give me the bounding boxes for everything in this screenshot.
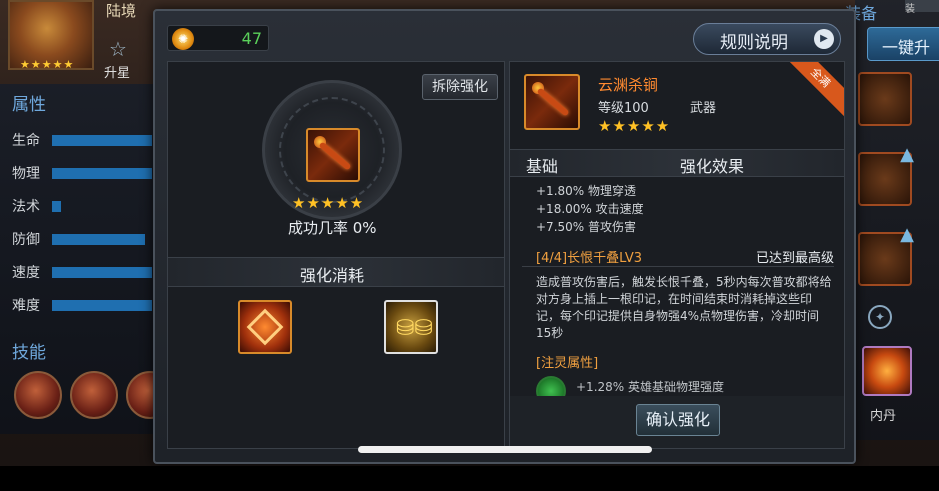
- attr-row: 生命: [12, 130, 152, 150]
- attr-row: 物理: [12, 163, 152, 183]
- rules-label: 规则说明: [720, 33, 788, 53]
- star-icon: ★★★★★: [598, 117, 671, 135]
- col-base: 基础: [526, 157, 559, 176]
- item-info-panel: 云渊杀锏 等级100 武器 ★★★★★ 全满 基础 强化效果 +1.80% 物理…: [509, 61, 845, 449]
- item-level: 等级100: [598, 101, 649, 116]
- item-type: 武器: [690, 101, 717, 116]
- upstar-label: 升星: [104, 66, 131, 81]
- gold-counter: ✺ 47: [167, 25, 269, 51]
- attr-bar: [52, 168, 152, 179]
- success-rate: 成功几率 0%: [288, 219, 377, 237]
- equipment-slot[interactable]: [858, 72, 912, 126]
- top-right-tab[interactable]: 装: [905, 0, 939, 15]
- attr-bar: [52, 135, 152, 146]
- neidan-label: 内丹: [870, 409, 897, 424]
- skill-description: 造成普攻伤害后，触发长恨千叠，5秒内每次普攻都将给对方身上插上一根印记，在时间结…: [536, 275, 832, 340]
- skill-icon[interactable]: [70, 371, 118, 419]
- rules-button[interactable]: 规则说明 ▶: [693, 23, 841, 55]
- attributes-title: 属性: [12, 95, 46, 115]
- skill-name: [4/4]长恨千叠LV3: [536, 251, 643, 266]
- col-effect: 强化效果: [680, 157, 745, 176]
- confirm-area: 确认强化: [510, 396, 844, 448]
- equipment-slot[interactable]: ▲: [858, 144, 914, 206]
- skill-header: [4/4]长恨千叠LV3 已达到最高级: [522, 247, 834, 267]
- skills-title: 技能: [12, 343, 46, 363]
- attr-label: 难度: [12, 298, 40, 314]
- cost-title: 强化消耗: [300, 266, 365, 285]
- item-name: 云渊杀锏: [598, 76, 659, 94]
- weapon-icon[interactable]: [306, 128, 360, 182]
- stat-line: +18.00% 攻击速度: [536, 202, 644, 216]
- enhance-dialog: ✺ 47 规则说明 ▶ 拆除强化 ★★★★★ 成功几率 0% 强化消耗 ⛁⛁ 云…: [153, 9, 856, 464]
- stat-line: +1.80% 物理穿透: [536, 184, 636, 198]
- upgrade-arrow-icon: ▲: [900, 224, 914, 245]
- stat-line: +7.50% 普攻伤害: [536, 220, 636, 234]
- gold-coin-icon: ✺: [172, 28, 194, 50]
- ribbon-badge: 全满: [777, 62, 844, 121]
- confirm-enhance-button[interactable]: 确认强化: [636, 404, 720, 436]
- attr-label: 生命: [12, 133, 40, 149]
- attr-bar: [52, 267, 152, 278]
- gold-pile-icon[interactable]: ⛁⛁: [384, 300, 438, 354]
- attr-label: 防御: [12, 232, 40, 248]
- star-icon: ★★★★★: [292, 194, 365, 212]
- attr-bar: [52, 201, 61, 212]
- attr-row: 难度: [12, 295, 152, 315]
- attr-bar: [52, 300, 152, 311]
- hero-stars: ★★★★★: [20, 58, 75, 71]
- neidan-slot[interactable]: [862, 346, 912, 396]
- upgrade-arrow-icon: ▲: [900, 144, 914, 165]
- upstar-icon: ☆: [109, 37, 127, 61]
- attr-label: 物理: [12, 166, 40, 182]
- equipment-slot[interactable]: ▲: [858, 224, 914, 286]
- attr-row: 防御: [12, 229, 152, 249]
- skill-max: 已达到最高级: [755, 251, 834, 266]
- skill-icon[interactable]: [14, 371, 62, 419]
- onekey-upgrade-button[interactable]: 一键升: [867, 27, 939, 61]
- weapon-icon: [524, 74, 580, 130]
- remove-enhance-button[interactable]: 拆除强化: [422, 74, 498, 100]
- attr-row: 速度: [12, 262, 152, 282]
- inject-title: [注灵属性]: [536, 356, 599, 371]
- attr-row: 法术: [12, 196, 152, 216]
- crystal-icon[interactable]: [238, 300, 292, 354]
- attr-label: 法术: [12, 199, 40, 215]
- enhance-panel: 拆除强化 ★★★★★ 成功几率 0% 强化消耗 ⛁⛁: [167, 61, 505, 449]
- gold-value: 47: [241, 29, 262, 48]
- home-indicator[interactable]: [358, 446, 652, 453]
- play-icon: ▶: [814, 29, 834, 49]
- attr-label: 速度: [12, 265, 40, 281]
- triskelion-icon[interactable]: ✦: [868, 305, 892, 329]
- inject-line: +1.28% 英雄基础物理强度: [576, 380, 724, 394]
- hero-name: 陆境: [106, 2, 137, 20]
- stats-header: 基础 强化效果: [510, 149, 844, 177]
- attr-bar: [52, 234, 145, 245]
- cost-header: 强化消耗: [168, 257, 504, 287]
